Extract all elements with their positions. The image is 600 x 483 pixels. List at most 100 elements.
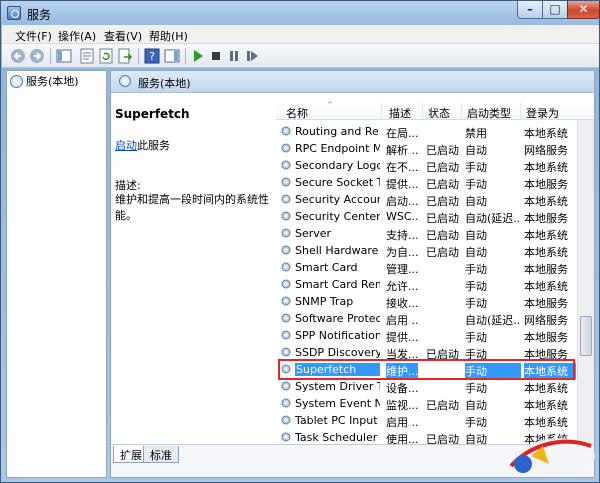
pause-service-button[interactable] [226, 48, 242, 64]
service-description: 使用... [386, 433, 418, 444]
column-startup-type[interactable]: 启动类型 [467, 105, 511, 121]
service-row[interactable]: System Driver T... 设备... 手动 本地系统 [276, 378, 576, 395]
menu-view[interactable]: 查看(V) [104, 28, 142, 44]
service-description: 为自... [386, 246, 418, 259]
column-separator[interactable] [461, 103, 462, 119]
service-name: Server [295, 227, 332, 240]
service-row[interactable]: System Event N... 监视... 已启动自动 本地系统 [276, 395, 576, 412]
service-description: 在不... [386, 161, 418, 174]
tree-item-services-local[interactable]: 服务(本地) [10, 73, 79, 89]
service-action-suffix: 此服务 [137, 139, 170, 152]
service-status: 已启动 [426, 246, 459, 259]
service-name: Secure Socket T... [295, 176, 380, 189]
service-row[interactable]: Security Account... 启动... 已启动自动 本地系统 [276, 191, 576, 208]
forward-arrow-icon [30, 49, 44, 63]
service-description: 监视... [386, 399, 418, 412]
start-service-button[interactable] [190, 48, 206, 64]
service-gear-icon [280, 244, 292, 256]
properties-icon [80, 48, 94, 64]
service-log-on-as: 本地服务 [524, 297, 568, 310]
window-title: 服务 [27, 8, 52, 22]
service-row[interactable]: Smart Card Rem... 允许... 手动 本地系统 [276, 276, 576, 293]
service-row[interactable]: Server 支持... 已启动 自动 本地系统 [276, 225, 576, 242]
back-button[interactable] [10, 48, 26, 64]
menu-file[interactable]: 文件(F) [15, 28, 52, 44]
vertical-scrollbar[interactable] [577, 120, 594, 444]
service-log-on-as: 网络服务 [524, 314, 568, 327]
main-pane: 服务(本地) Superfetch 启动此服务 描述: 维护和提高一段时间内的系… [110, 70, 595, 478]
minimize-icon: – [527, 2, 533, 16]
show-action-pane-button[interactable] [164, 48, 180, 64]
main-pane-title: 服务(本地) [138, 77, 191, 90]
column-separator[interactable] [520, 103, 521, 119]
menu-help[interactable]: 帮助(H) [149, 28, 188, 44]
maximize-button[interactable]: □ [542, 1, 568, 19]
properties-button[interactable] [79, 48, 95, 64]
service-name: SSDP Discovery [295, 346, 380, 359]
restart-service-button[interactable] [244, 48, 260, 64]
sort-ascending-icon: ^ [327, 101, 333, 109]
service-name: Smart Card Rem... [295, 278, 380, 291]
service-row[interactable]: Secondary Logon 在不... 已启动手动 本地系统 [276, 157, 576, 174]
title-bar[interactable]: 服务 – □ ✕ [1, 1, 600, 25]
service-gear-icon [280, 312, 292, 324]
column-log-on-as[interactable]: 登录为 [526, 105, 559, 121]
forward-button[interactable] [29, 48, 45, 64]
services-window: 服务 – □ ✕ 文件(F) 操作(A) 查看(V) 帮助(H) ? 服务(本地… [0, 0, 600, 483]
service-startup-type: 自动 [465, 246, 487, 259]
service-startup-type: 手动 [465, 178, 487, 191]
pause-icon [230, 51, 238, 61]
toolbar-separator [185, 48, 186, 64]
service-startup-type: 手动 [465, 280, 487, 293]
service-name: RPC Endpoint M... [295, 142, 380, 155]
show-hide-console-tree-button[interactable] [56, 48, 72, 64]
service-row[interactable]: RPC Endpoint M... 解析 ... 已启动自动 网络服务 [276, 140, 576, 157]
help-button[interactable]: ? [144, 48, 160, 64]
service-gear-icon [280, 346, 292, 358]
refresh-button[interactable] [98, 48, 114, 64]
column-name[interactable]: 名称 [286, 105, 308, 121]
column-status[interactable]: 状态 [428, 105, 450, 121]
close-icon: ✕ [578, 2, 589, 16]
service-row[interactable]: Shell Hardware ... 为自... 已启动自动 本地系统 [276, 242, 576, 259]
close-button[interactable]: ✕ [567, 1, 600, 19]
tab-standard[interactable]: 标准 [143, 446, 179, 463]
service-gear-icon [280, 159, 292, 171]
services-icon [119, 75, 131, 87]
minimize-button[interactable]: – [517, 1, 543, 19]
service-startup-type: 禁用 [465, 127, 487, 140]
service-row[interactable]: SNMP Trap 接收... 手动 本地服务 [276, 293, 576, 310]
export-list-button[interactable] [117, 48, 133, 64]
column-separator[interactable] [422, 103, 423, 119]
service-description: 接收... [386, 297, 418, 310]
service-gear-icon [280, 295, 292, 307]
service-row[interactable]: Security Center WSC... 已启动自动(延迟...本地服务 [276, 208, 576, 225]
service-name: SNMP Trap [295, 295, 354, 308]
service-startup-type: 自动 [465, 195, 487, 208]
console-tree-pane: 服务(本地) [6, 70, 107, 478]
service-gear-icon [280, 278, 292, 290]
service-row[interactable]: Secure Socket T... 提供... 已启动手动 本地服务 [276, 174, 576, 191]
service-name: System Event N... [295, 397, 380, 410]
services-icon [10, 74, 23, 88]
service-status: 已启动 [426, 229, 459, 242]
column-description[interactable]: 描述 [389, 105, 411, 121]
service-row[interactable]: Software Protect... 启用 ... 自动(延迟...网络服务 [276, 310, 576, 327]
svg-text:?: ? [149, 50, 155, 63]
menu-action[interactable]: 操作(A) [58, 28, 96, 44]
service-row[interactable]: SPP Notification ... 提供... 手动 本地服务 [276, 327, 576, 344]
service-startup-type: 手动 [465, 297, 487, 310]
scrollbar-thumb[interactable] [580, 316, 592, 356]
service-row[interactable]: Smart Card 管理... 手动 本地服务 [276, 259, 576, 276]
service-startup-type: 手动 [465, 161, 487, 174]
tree-item-label: 服务(本地) [26, 75, 79, 88]
stop-service-button[interactable] [208, 48, 224, 64]
service-name: Software Protect... [295, 312, 380, 325]
service-gear-icon [280, 261, 292, 273]
start-service-link[interactable]: 启动 [115, 139, 137, 152]
service-row[interactable]: Routing and Re... 在局... 禁用 本地系统 [276, 123, 576, 140]
service-log-on-as: 本地系统 [524, 161, 568, 174]
service-description: 启动... [386, 195, 418, 208]
service-description: 解析 ... [386, 144, 418, 157]
column-separator[interactable] [381, 103, 382, 119]
